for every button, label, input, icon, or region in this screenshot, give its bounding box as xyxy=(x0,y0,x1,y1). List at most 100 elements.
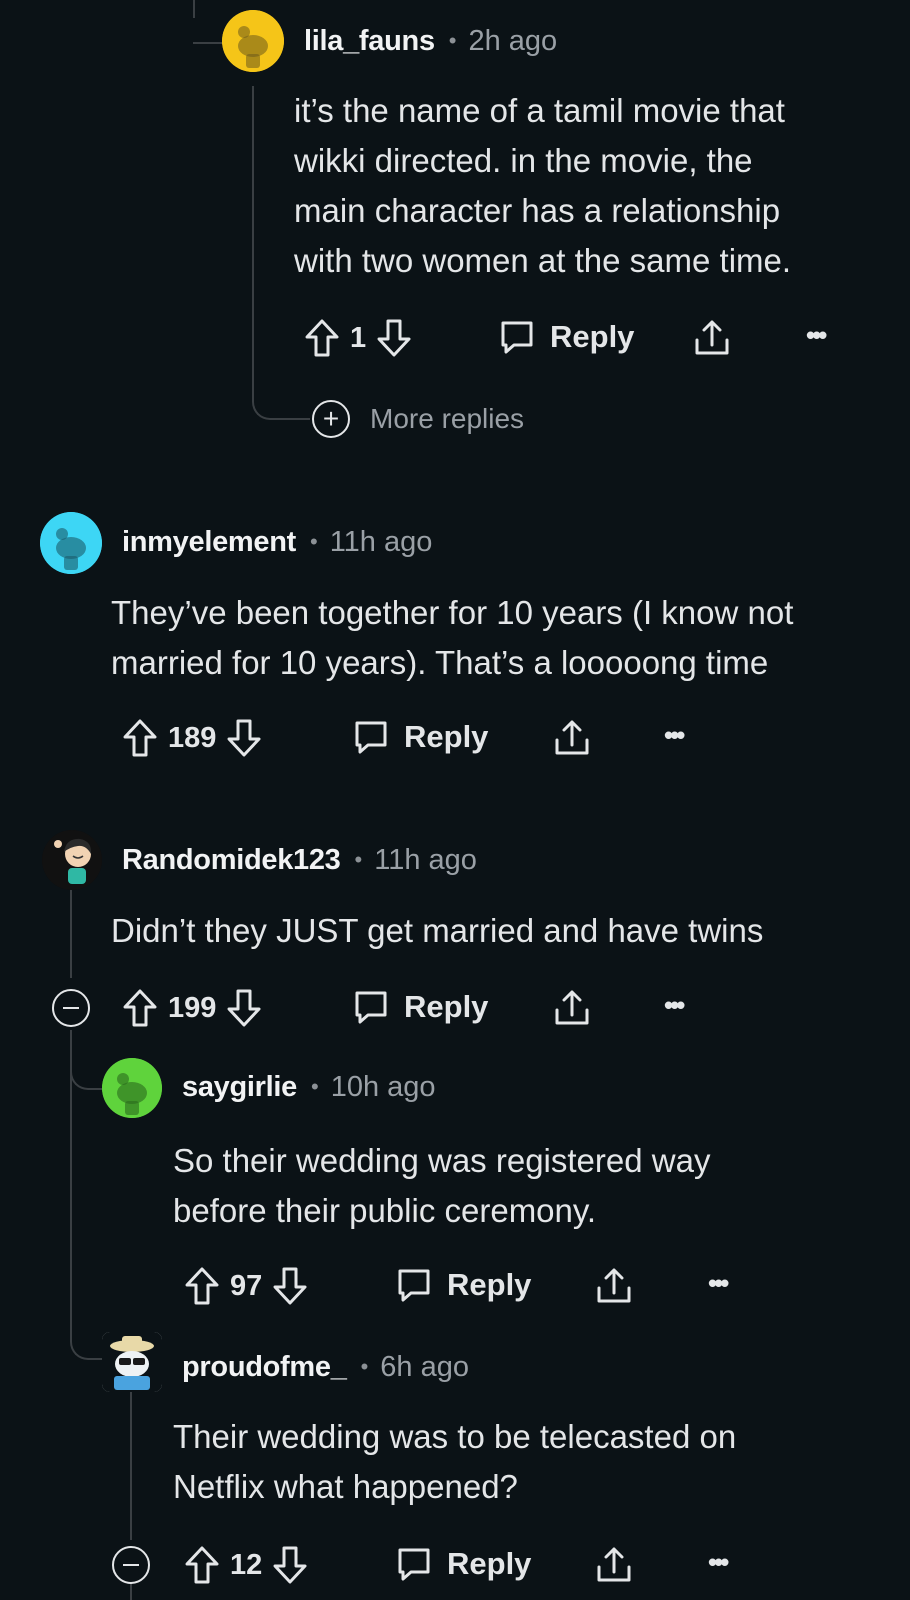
downvote-arrow-icon[interactable] xyxy=(226,718,262,758)
minus-circle-icon[interactable] xyxy=(112,1546,150,1584)
comment-line: it’s the name of a tamil movie that xyxy=(294,92,785,129)
vote-group: 1 xyxy=(304,318,412,358)
upvote-arrow-icon[interactable] xyxy=(122,988,158,1028)
reply-button[interactable]: Reply xyxy=(395,1545,531,1583)
ellipsis-icon[interactable]: ••• xyxy=(708,1547,729,1578)
share-icon xyxy=(692,318,732,358)
vote-group: 189 xyxy=(122,718,262,758)
comment-line: Didn’t they JUST get married and have tw… xyxy=(111,912,764,949)
share-button[interactable] xyxy=(594,1266,634,1306)
separator-dot: • xyxy=(310,529,318,554)
reply-label: Reply xyxy=(550,319,635,354)
share-icon xyxy=(594,1266,634,1306)
reply-button[interactable]: Reply xyxy=(352,718,488,756)
timestamp: 10h ago xyxy=(330,1071,436,1103)
ellipsis-icon[interactable]: ••• xyxy=(708,1268,729,1299)
avatar[interactable] xyxy=(102,1332,162,1392)
reply-label: Reply xyxy=(404,989,489,1024)
comment-line: Netflix what happened? xyxy=(173,1468,518,1505)
username[interactable]: lila_fauns xyxy=(304,24,435,58)
vote-group: 97 xyxy=(184,1266,308,1306)
separator-dot: • xyxy=(360,1354,369,1379)
timestamp: 2h ago xyxy=(468,25,558,57)
comment-header: Randomidek123 • 11h ago xyxy=(122,843,477,877)
downvote-arrow-icon[interactable] xyxy=(376,318,412,358)
comment-line: main character has a relationship xyxy=(294,192,781,229)
comment-header: inmyelement • 11h ago xyxy=(122,525,432,559)
share-icon xyxy=(594,1545,634,1585)
avatar[interactable] xyxy=(40,512,102,574)
upvote-arrow-icon[interactable] xyxy=(184,1266,220,1306)
downvote-arrow-icon[interactable] xyxy=(272,1266,308,1306)
thread-line-randomidek xyxy=(70,878,72,978)
snoo-avatar-icon xyxy=(102,1058,162,1118)
snoo-avatar-icon xyxy=(40,512,102,574)
comment-line: married for 10 years). That’s a looooong… xyxy=(111,644,769,681)
downvote-arrow-icon[interactable] xyxy=(272,1545,308,1585)
minus-circle-icon[interactable] xyxy=(52,989,90,1027)
upvote-arrow-icon[interactable] xyxy=(184,1545,220,1585)
more-replies-button[interactable]: + More replies xyxy=(312,400,524,438)
ellipsis-icon[interactable]: ••• xyxy=(664,990,685,1021)
comment-header: saygirlie • 10h ago xyxy=(182,1070,436,1104)
upvote-arrow-icon[interactable] xyxy=(122,718,158,758)
vote-group: 199 xyxy=(122,988,262,1028)
username[interactable]: proudofme_ xyxy=(182,1350,347,1384)
thread-elbow-top xyxy=(193,0,223,44)
comment-body: They’ve been together for 10 years (I kn… xyxy=(111,588,793,688)
speech-bubble-icon xyxy=(395,1266,433,1304)
upvote-arrow-icon[interactable] xyxy=(304,318,340,358)
reply-label: Reply xyxy=(447,1267,532,1302)
comment-body: it’s the name of a tamil movie that wikk… xyxy=(294,86,791,286)
snoo-avatar-icon xyxy=(102,1332,162,1392)
ellipsis-icon[interactable]: ••• xyxy=(664,720,685,751)
downvote-arrow-icon[interactable] xyxy=(226,988,262,1028)
vote-count: 12 xyxy=(230,1548,263,1581)
share-button[interactable] xyxy=(552,718,592,758)
separator-dot: • xyxy=(311,1074,319,1099)
share-button[interactable] xyxy=(552,988,592,1028)
speech-bubble-icon xyxy=(395,1545,433,1583)
share-icon xyxy=(552,988,592,1028)
timestamp: 6h ago xyxy=(380,1351,469,1383)
thread-line-lila xyxy=(252,86,254,376)
thread-line-proudofme xyxy=(130,1390,132,1540)
more-replies-label: More replies xyxy=(370,403,525,434)
avatar[interactable] xyxy=(42,830,102,890)
thread-elbow-more-replies xyxy=(252,370,310,420)
avatar[interactable] xyxy=(222,10,284,72)
reply-label: Reply xyxy=(447,1546,532,1581)
reply-label: Reply xyxy=(404,719,489,754)
username[interactable]: saygirlie xyxy=(182,1070,297,1104)
comment-line: So their wedding was registered way xyxy=(173,1142,711,1179)
reply-button[interactable]: Reply xyxy=(498,318,634,356)
share-button[interactable] xyxy=(594,1545,634,1585)
comment-line: before their public ceremony. xyxy=(173,1192,597,1229)
vote-count: 1 xyxy=(350,321,367,354)
separator-dot: • xyxy=(448,28,457,53)
speech-bubble-icon xyxy=(352,718,390,756)
avatar[interactable] xyxy=(102,1058,162,1118)
timestamp: 11h ago xyxy=(329,526,433,558)
thread-line-proudofme-bottom xyxy=(130,1582,132,1600)
thread-elbow-proudofme xyxy=(70,1300,104,1360)
reply-button[interactable]: Reply xyxy=(395,1266,531,1304)
thread-elbow-saygirlie xyxy=(70,1030,104,1090)
vote-count: 199 xyxy=(168,991,217,1024)
comment-body: Their wedding was to be telecasted on Ne… xyxy=(173,1412,736,1512)
reply-button[interactable]: Reply xyxy=(352,988,488,1026)
ellipsis-icon[interactable]: ••• xyxy=(806,320,827,351)
username[interactable]: inmyelement xyxy=(122,525,296,559)
share-icon xyxy=(552,718,592,758)
snoo-avatar-icon xyxy=(222,10,284,72)
share-button[interactable] xyxy=(692,318,732,358)
vote-group: 12 xyxy=(184,1545,308,1585)
comment-line: Their wedding was to be telecasted on xyxy=(173,1418,737,1455)
speech-bubble-icon xyxy=(498,318,536,356)
comment-header: lila_fauns • 2h ago xyxy=(304,24,557,58)
comment-line: with two women at the same time. xyxy=(294,242,792,279)
vote-count: 189 xyxy=(168,721,217,754)
username[interactable]: Randomidek123 xyxy=(122,843,341,877)
timestamp: 11h ago xyxy=(374,844,477,876)
comment-line: They’ve been together for 10 years (I kn… xyxy=(111,594,794,631)
